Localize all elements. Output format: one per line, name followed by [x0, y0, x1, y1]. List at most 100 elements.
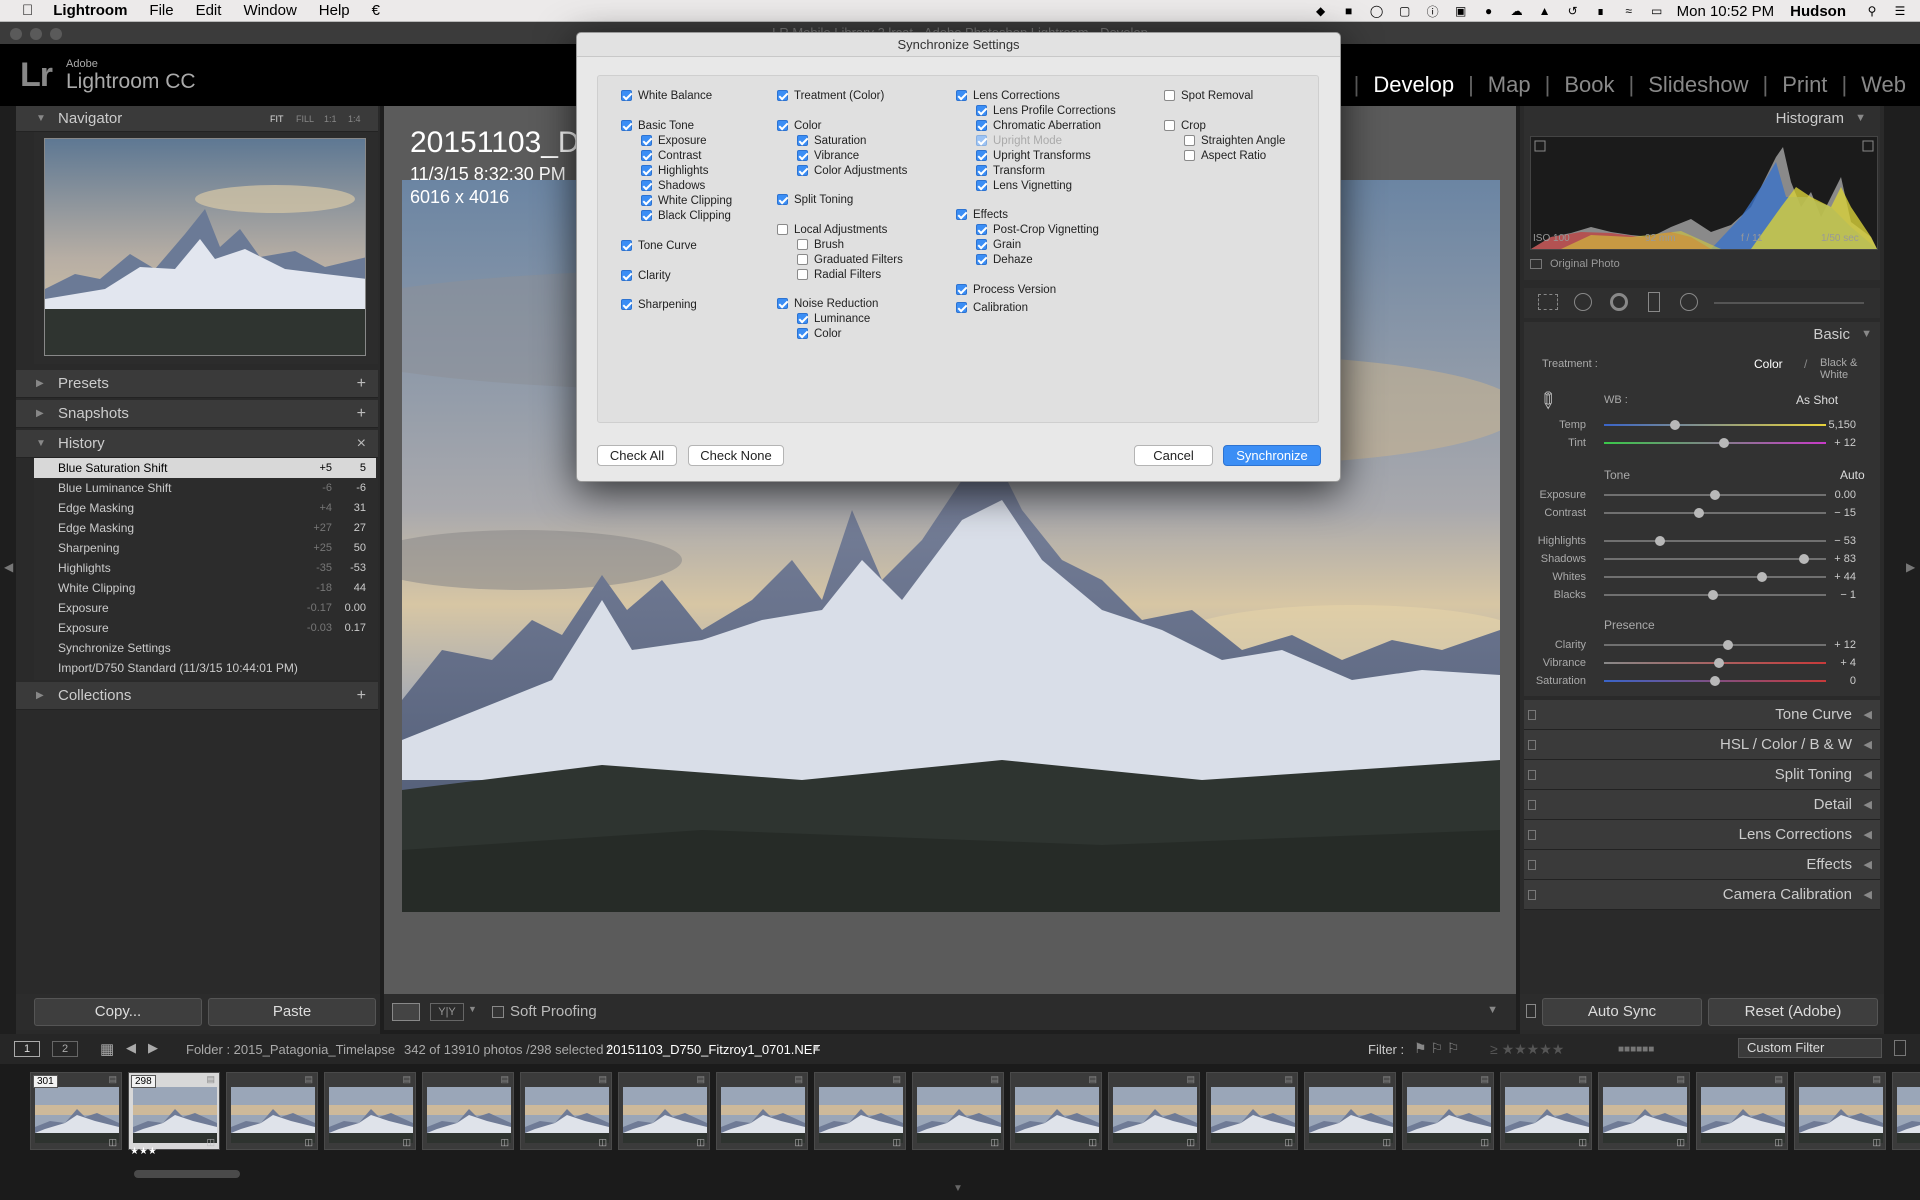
forward-arrow-icon[interactable]: ▶ [148, 1040, 158, 1056]
checkbox-box[interactable] [777, 90, 788, 101]
checkbox-box[interactable] [777, 120, 788, 131]
auto-sync-button[interactable]: Auto Sync [1542, 998, 1702, 1026]
collapse-triangle-icon[interactable]: ▼ [1855, 112, 1866, 124]
filmstrip-thumbnail[interactable]: ▤◫ [618, 1072, 710, 1150]
radial-filter-icon[interactable] [1680, 293, 1698, 311]
time-machine-icon[interactable]: ↺ [1565, 4, 1581, 18]
shadow-clipping-icon[interactable] [1534, 140, 1546, 152]
grid-view-icon[interactable]: ▦ [100, 1040, 114, 1058]
filmstrip-thumbnail[interactable]: ▤◫ [1794, 1072, 1886, 1150]
thumbnail-menu-icon[interactable]: ▤ [206, 1074, 215, 1085]
history-header[interactable]: ▼ History × [16, 430, 378, 458]
checkbox-box[interactable] [777, 298, 788, 309]
cancel-button[interactable]: Cancel [1134, 445, 1213, 466]
menu-help[interactable]: Help [319, 2, 350, 19]
menu-app-name[interactable]: Lightroom [53, 2, 127, 19]
module-map[interactable]: Map [1474, 72, 1545, 98]
graduated-filter-icon[interactable] [1648, 292, 1660, 312]
history-item[interactable]: Exposure -0.17 0.00 [34, 598, 376, 618]
checkbox-box[interactable] [956, 284, 967, 295]
loupe-view-icon[interactable] [392, 1003, 420, 1021]
slider-knob[interactable] [1707, 590, 1718, 600]
record-icon[interactable]: ● [1481, 4, 1497, 18]
zoom-1-1[interactable]: 1:1 [324, 106, 337, 132]
checkbox-box[interactable] [976, 150, 987, 161]
filmstrip-thumbnail[interactable]: ▤◫ [1892, 1072, 1920, 1150]
slider-knob[interactable] [1710, 490, 1720, 500]
treatment-color[interactable]: Color [1754, 357, 1783, 371]
checkbox-box[interactable] [797, 239, 808, 250]
add-snapshot-icon[interactable]: + [357, 400, 366, 428]
second-window-button[interactable]: 2 [52, 1041, 78, 1057]
search-icon[interactable]: ⚲ [1864, 4, 1880, 18]
slider-value[interactable]: 5,150 [1828, 416, 1856, 434]
slider-value[interactable]: 0.00 [1835, 486, 1856, 504]
battery-icon[interactable]: ▭ [1649, 4, 1665, 18]
wb-eyedropper-icon[interactable]: ✎ [1532, 385, 1563, 416]
slider-saturation[interactable]: Saturation 0 [1524, 672, 1880, 690]
filename-dropdown-icon[interactable]: ▼ [812, 1043, 821, 1053]
panel-hsl-color-b-w[interactable]: HSL / Color / B & W ◀ [1524, 730, 1880, 760]
panel-lens-corrections[interactable]: Lens Corrections ◀ [1524, 820, 1880, 850]
checkbox-box[interactable] [1184, 135, 1195, 146]
filmstrip-thumbnail[interactable]: ▤◫ [1500, 1072, 1592, 1150]
copy-button[interactable]: Copy... [34, 998, 202, 1026]
checkbox-box[interactable] [797, 135, 808, 146]
history-item[interactable]: Import/D750 Standard (11/3/15 10:44:01 P… [34, 658, 376, 678]
check-all-button[interactable]: Check All [597, 445, 677, 466]
slider-track[interactable] [1604, 576, 1826, 578]
slider-value[interactable]: + 12 [1834, 434, 1856, 452]
panel-detail[interactable]: Detail ◀ [1524, 790, 1880, 820]
filmstrip-thumbnail[interactable]: ▤◫ [912, 1072, 1004, 1150]
collapse-left-panel-icon[interactable]: ◀ [4, 560, 13, 574]
checkbox-box[interactable] [1164, 90, 1175, 101]
panel-effects[interactable]: Effects ◀ [1524, 850, 1880, 880]
checkbox-box[interactable] [641, 180, 652, 191]
thumbnail-menu-icon[interactable]: ▤ [990, 1074, 999, 1085]
checkbox-box[interactable] [976, 165, 987, 176]
paste-button[interactable]: Paste [208, 998, 376, 1026]
checkbox-box[interactable] [621, 299, 632, 310]
slider-highlights[interactable]: Highlights − 53 [1524, 532, 1880, 550]
thumbnail-menu-icon[interactable]: ▤ [402, 1074, 411, 1085]
evernote-icon[interactable]: ■ [1341, 4, 1357, 18]
panel-toggle-icon[interactable] [1528, 770, 1536, 780]
alert-icon[interactable]: ⓘ [1425, 4, 1441, 19]
panel-toggle-icon[interactable] [1528, 890, 1536, 900]
filmstrip-thumbnail[interactable]: ▤◫ [1598, 1072, 1690, 1150]
slider-value[interactable]: − 1 [1840, 586, 1856, 604]
filmstrip-thumbnail[interactable]: ▤◫ [226, 1072, 318, 1150]
red-eye-icon[interactable] [1610, 293, 1628, 311]
collapse-triangle-icon[interactable]: ▼ [1861, 328, 1872, 340]
dropbox-icon[interactable]: ◆ [1313, 4, 1329, 18]
thumbnail-menu-icon[interactable]: ▤ [1480, 1074, 1489, 1085]
slider-whites[interactable]: Whites + 44 [1524, 568, 1880, 586]
slider-clarity[interactable]: Clarity + 12 [1524, 636, 1880, 654]
color-label-filter-icon[interactable]: ■■■■■■ [1618, 1044, 1654, 1055]
slider-value[interactable]: + 12 [1834, 636, 1856, 654]
menu-user[interactable]: Hudson [1790, 3, 1846, 20]
reset-button[interactable]: Reset (Adobe) [1708, 998, 1878, 1026]
thumbnail-menu-icon[interactable]: ▤ [1578, 1074, 1587, 1085]
presets-header[interactable]: ▶ Presets + [16, 370, 378, 398]
checkbox-box[interactable] [641, 150, 652, 161]
wb-dropdown[interactable]: As Shot [1796, 393, 1838, 407]
filmstrip-thumbnail[interactable]: ▤◫ [1010, 1072, 1102, 1150]
thumbnail-menu-icon[interactable]: ▤ [1774, 1074, 1783, 1085]
camera-icon[interactable]: ▢ [1397, 4, 1413, 18]
collections-header[interactable]: ▶ Collections + [16, 682, 378, 710]
navigator-header[interactable]: ▼ Navigator FIT FILL 1:1 1:4 [16, 106, 378, 132]
slider-vibrance[interactable]: Vibrance + 4 [1524, 654, 1880, 672]
before-after-dropdown-icon[interactable]: ▼ [468, 1004, 477, 1014]
filmstrip-thumbnail[interactable]: ▤◫ [1402, 1072, 1494, 1150]
thumbnail-menu-icon[interactable]: ▤ [1676, 1074, 1685, 1085]
treatment-bw[interactable]: Black & White [1820, 357, 1880, 381]
zoom-fit[interactable]: FIT [270, 106, 284, 132]
checkbox-box[interactable] [777, 224, 788, 235]
slider-knob[interactable] [1756, 572, 1767, 582]
zoom-fill[interactable]: FILL [296, 106, 314, 132]
history-item[interactable]: Edge Masking +27 27 [34, 518, 376, 538]
menu-edit[interactable]: Edit [196, 2, 222, 19]
checkbox-box[interactable] [956, 302, 967, 313]
filmstrip-thumbnail[interactable]: 298 ▤ ◫ [128, 1072, 220, 1150]
